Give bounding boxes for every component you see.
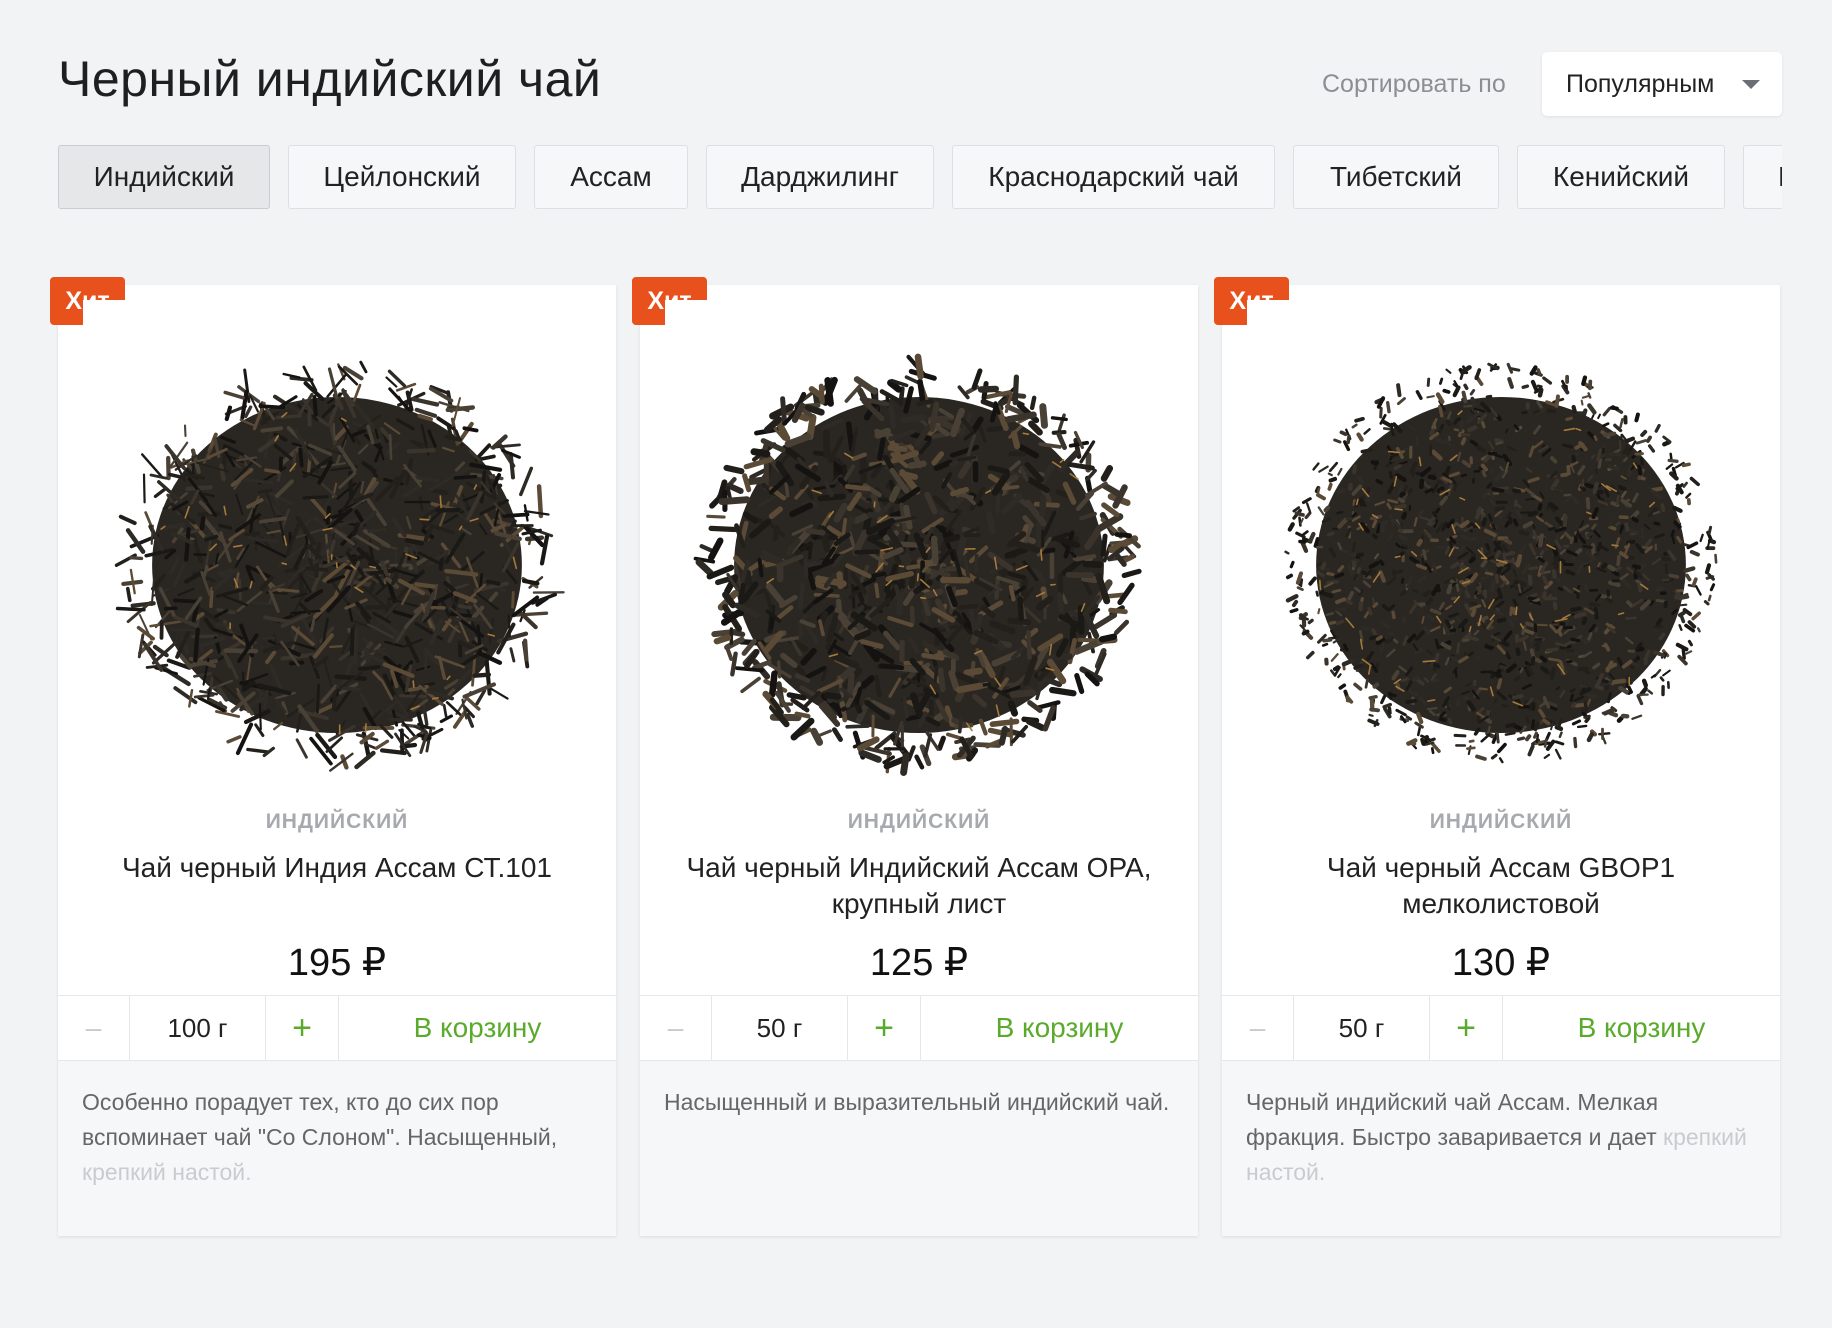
decrease-quantity-button[interactable]: – — [640, 996, 712, 1060]
increase-quantity-button[interactable]: + — [848, 996, 921, 1060]
product-description: Насыщенный и выразительный индийский чай… — [664, 1085, 1170, 1120]
tab-ceylon[interactable]: Цейлонский — [288, 145, 516, 209]
description-text: Особенно порадует тех, кто до сих пор вс… — [82, 1089, 558, 1150]
tea-leaves-image[interactable] — [665, 300, 1173, 810]
product-card: Хит индийский Чай черный Индийский Ассам… — [632, 277, 1198, 1236]
product-name[interactable]: Чай черный Индия Ассам СТ.101 — [98, 850, 576, 886]
product-category: индийский — [1429, 810, 1573, 833]
decrease-quantity-button[interactable]: – — [58, 996, 130, 1060]
product-price: 130 ₽ — [1451, 942, 1551, 984]
increase-quantity-button[interactable]: + — [266, 996, 339, 1060]
product-name[interactable]: Чай черный Ассам GBOP1 мелколистовой — [1262, 850, 1740, 922]
add-to-cart-button[interactable]: В корзину — [921, 996, 1198, 1060]
product-card: Хит индийский Чай черный Ассам GBOP1 мел… — [1214, 277, 1780, 1236]
page-title: Черный индийский чай — [58, 51, 602, 107]
product-name[interactable]: Чай черный Индийский Ассам OPA, крупный … — [680, 850, 1158, 922]
increase-quantity-button[interactable]: + — [1430, 996, 1503, 1060]
tea-leaves-image[interactable] — [1247, 300, 1755, 810]
quantity-value[interactable]: 50 г — [1294, 996, 1430, 1060]
tab-indian[interactable]: Индийский — [58, 145, 270, 209]
category-tabs: Индийский Цейлонский Ассам Дарджилинг Кр… — [58, 145, 1782, 209]
tab-tibetan[interactable]: Тибетский — [1293, 145, 1499, 209]
purchase-controls: – 50 г + В корзину — [640, 995, 1198, 1061]
purchase-controls: – 50 г + В корзину — [1222, 995, 1780, 1061]
tab-partial[interactable]: К — [1743, 145, 1782, 209]
product-category: индийский — [265, 810, 409, 833]
tab-krasnodar[interactable]: Краснодарский чай — [952, 145, 1275, 209]
sort-selected-value: Популярным — [1566, 69, 1715, 98]
product-price: 195 ₽ — [287, 942, 387, 984]
tea-leaves-image[interactable] — [83, 300, 591, 810]
tab-darjeeling[interactable]: Дарджилинг — [706, 145, 934, 209]
tab-assam[interactable]: Ассам — [534, 145, 688, 209]
quantity-value[interactable]: 50 г — [712, 996, 848, 1060]
tab-kenyan[interactable]: Кенийский — [1517, 145, 1725, 209]
add-to-cart-button[interactable]: В корзину — [1503, 996, 1780, 1060]
description-text: Черный индийский чай Ассам. Мелкая фракц… — [1246, 1089, 1659, 1150]
description-text-faded: крепкий настой. — [82, 1159, 252, 1185]
product-description: Особенно порадует тех, кто до сих пор вс… — [82, 1085, 588, 1190]
product-description: Черный индийский чай Ассам. Мелкая фракц… — [1246, 1085, 1752, 1190]
decrease-quantity-button[interactable]: – — [1222, 996, 1294, 1060]
purchase-controls: – 100 г + В корзину — [58, 995, 616, 1061]
quantity-value[interactable]: 100 г — [130, 996, 266, 1060]
description-text: Насыщенный и выразительный индийский чай… — [664, 1089, 1170, 1115]
add-to-cart-button[interactable]: В корзину — [339, 996, 616, 1060]
product-category: индийский — [847, 810, 991, 833]
sort-dropdown[interactable]: Популярным — [1542, 52, 1782, 116]
chevron-down-icon — [1742, 80, 1760, 89]
product-card: Хит индийский Чай черный Индия Ассам СТ.… — [50, 277, 616, 1236]
sort-label: Сортировать по — [1322, 70, 1506, 98]
product-price: 125 ₽ — [869, 942, 969, 984]
